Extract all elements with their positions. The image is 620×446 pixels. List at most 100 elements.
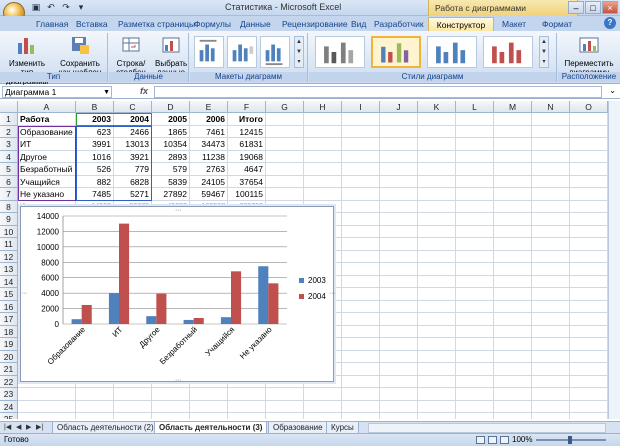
layout-option[interactable] — [260, 36, 290, 68]
cell-I7[interactable] — [342, 188, 380, 201]
cell-A4[interactable]: Другое — [18, 150, 76, 163]
cell-G7[interactable] — [266, 188, 304, 201]
cell-M20[interactable] — [494, 350, 532, 363]
close-icon[interactable]: × — [602, 1, 618, 14]
row-header-15[interactable]: 15 — [0, 288, 18, 301]
cell-I13[interactable] — [342, 263, 380, 276]
tab-layout[interactable]: Макет — [500, 17, 528, 31]
cell-I12[interactable] — [342, 250, 380, 263]
cell-K24[interactable] — [418, 400, 456, 413]
cell-J9[interactable] — [380, 213, 418, 226]
cell-O5[interactable] — [570, 163, 608, 176]
cell-B24[interactable] — [76, 400, 114, 413]
cell-M7[interactable] — [494, 188, 532, 201]
row-header-6[interactable]: 6 — [0, 175, 18, 188]
tab-design[interactable]: Конструктор — [428, 17, 494, 31]
cell-G4[interactable] — [266, 150, 304, 163]
cell-H24[interactable] — [304, 400, 342, 413]
cell-K23[interactable] — [418, 388, 456, 401]
cell-H6[interactable] — [304, 175, 342, 188]
cell-L23[interactable] — [456, 388, 494, 401]
cell-C2[interactable]: 2466 — [114, 125, 152, 138]
cell-J22[interactable] — [380, 375, 418, 388]
cell-H5[interactable] — [304, 163, 342, 176]
cell-O11[interactable] — [570, 238, 608, 251]
cell-O10[interactable] — [570, 225, 608, 238]
name-box[interactable]: Диаграмма 1 ▼ — [2, 86, 112, 98]
customize-qat-icon[interactable]: ▾ — [75, 1, 87, 13]
cell-E5[interactable]: 2763 — [190, 163, 228, 176]
switch-row-column-button[interactable]: Строка/столбец — [111, 35, 151, 77]
cell-D23[interactable] — [152, 388, 190, 401]
cell-J11[interactable] — [380, 238, 418, 251]
cell-M19[interactable] — [494, 338, 532, 351]
cell-N5[interactable] — [532, 163, 570, 176]
cell-O15[interactable] — [570, 288, 608, 301]
cell-E24[interactable] — [190, 400, 228, 413]
cell-J19[interactable] — [380, 338, 418, 351]
horizontal-scrollbar[interactable] — [368, 423, 606, 433]
column-header-E[interactable]: E — [190, 101, 228, 113]
cell-I17[interactable] — [342, 313, 380, 326]
cell-M17[interactable] — [494, 313, 532, 326]
cell-K10[interactable] — [418, 225, 456, 238]
cell-F3[interactable]: 61831 — [228, 138, 266, 151]
cell-C7[interactable]: 5271 — [114, 188, 152, 201]
row-header-8[interactable]: 8 — [0, 200, 18, 213]
cell-N19[interactable] — [532, 338, 570, 351]
cell-J2[interactable] — [380, 125, 418, 138]
layout-option[interactable] — [227, 36, 257, 68]
cell-B1[interactable]: 2003 — [76, 113, 114, 126]
cell-N4[interactable] — [532, 150, 570, 163]
cell-J20[interactable] — [380, 350, 418, 363]
cell-J25[interactable] — [380, 413, 418, 419]
cell-E4[interactable]: 11238 — [190, 150, 228, 163]
cell-A24[interactable] — [18, 400, 76, 413]
cell-L1[interactable] — [456, 113, 494, 126]
cell-I24[interactable] — [342, 400, 380, 413]
cell-N18[interactable] — [532, 325, 570, 338]
cell-F7[interactable]: 100115 — [228, 188, 266, 201]
cell-D24[interactable] — [152, 400, 190, 413]
cell-J6[interactable] — [380, 175, 418, 188]
cell-O21[interactable] — [570, 363, 608, 376]
cell-E6[interactable]: 24105 — [190, 175, 228, 188]
cell-L8[interactable] — [456, 200, 494, 213]
chevron-down-icon[interactable]: ▼ — [103, 87, 110, 98]
cell-B2[interactable]: 623 — [76, 125, 114, 138]
cell-I20[interactable] — [342, 350, 380, 363]
move-chart-button[interactable]: Переместить диаграмму — [560, 35, 618, 77]
column-header-A[interactable]: A — [18, 101, 76, 113]
cell-E2[interactable]: 7461 — [190, 125, 228, 138]
cell-J16[interactable] — [380, 300, 418, 313]
cell-I4[interactable] — [342, 150, 380, 163]
cell-J15[interactable] — [380, 288, 418, 301]
row-header-4[interactable]: 4 — [0, 150, 18, 163]
cell-K16[interactable] — [418, 300, 456, 313]
tab-home[interactable]: Главная — [34, 17, 70, 31]
cell-M25[interactable] — [494, 413, 532, 419]
cell-L16[interactable] — [456, 300, 494, 313]
cell-L25[interactable] — [456, 413, 494, 419]
maximize-icon[interactable]: □ — [585, 1, 601, 14]
cell-A23[interactable] — [18, 388, 76, 401]
cell-O13[interactable] — [570, 263, 608, 276]
cell-A2[interactable]: Образование — [18, 125, 76, 138]
cell-M5[interactable] — [494, 163, 532, 176]
cell-L11[interactable] — [456, 238, 494, 251]
cell-N9[interactable] — [532, 213, 570, 226]
column-header-J[interactable]: J — [380, 101, 418, 113]
cell-O24[interactable] — [570, 400, 608, 413]
cell-J13[interactable] — [380, 263, 418, 276]
cell-L6[interactable] — [456, 175, 494, 188]
last-sheet-icon[interactable]: ▶| — [36, 423, 43, 431]
cell-I21[interactable] — [342, 363, 380, 376]
cell-I1[interactable] — [342, 113, 380, 126]
cell-M21[interactable] — [494, 363, 532, 376]
cell-F1[interactable]: Итого — [228, 113, 266, 126]
cell-G6[interactable] — [266, 175, 304, 188]
cell-N13[interactable] — [532, 263, 570, 276]
cell-I25[interactable] — [342, 413, 380, 419]
cell-D1[interactable]: 2005 — [152, 113, 190, 126]
cell-N21[interactable] — [532, 363, 570, 376]
